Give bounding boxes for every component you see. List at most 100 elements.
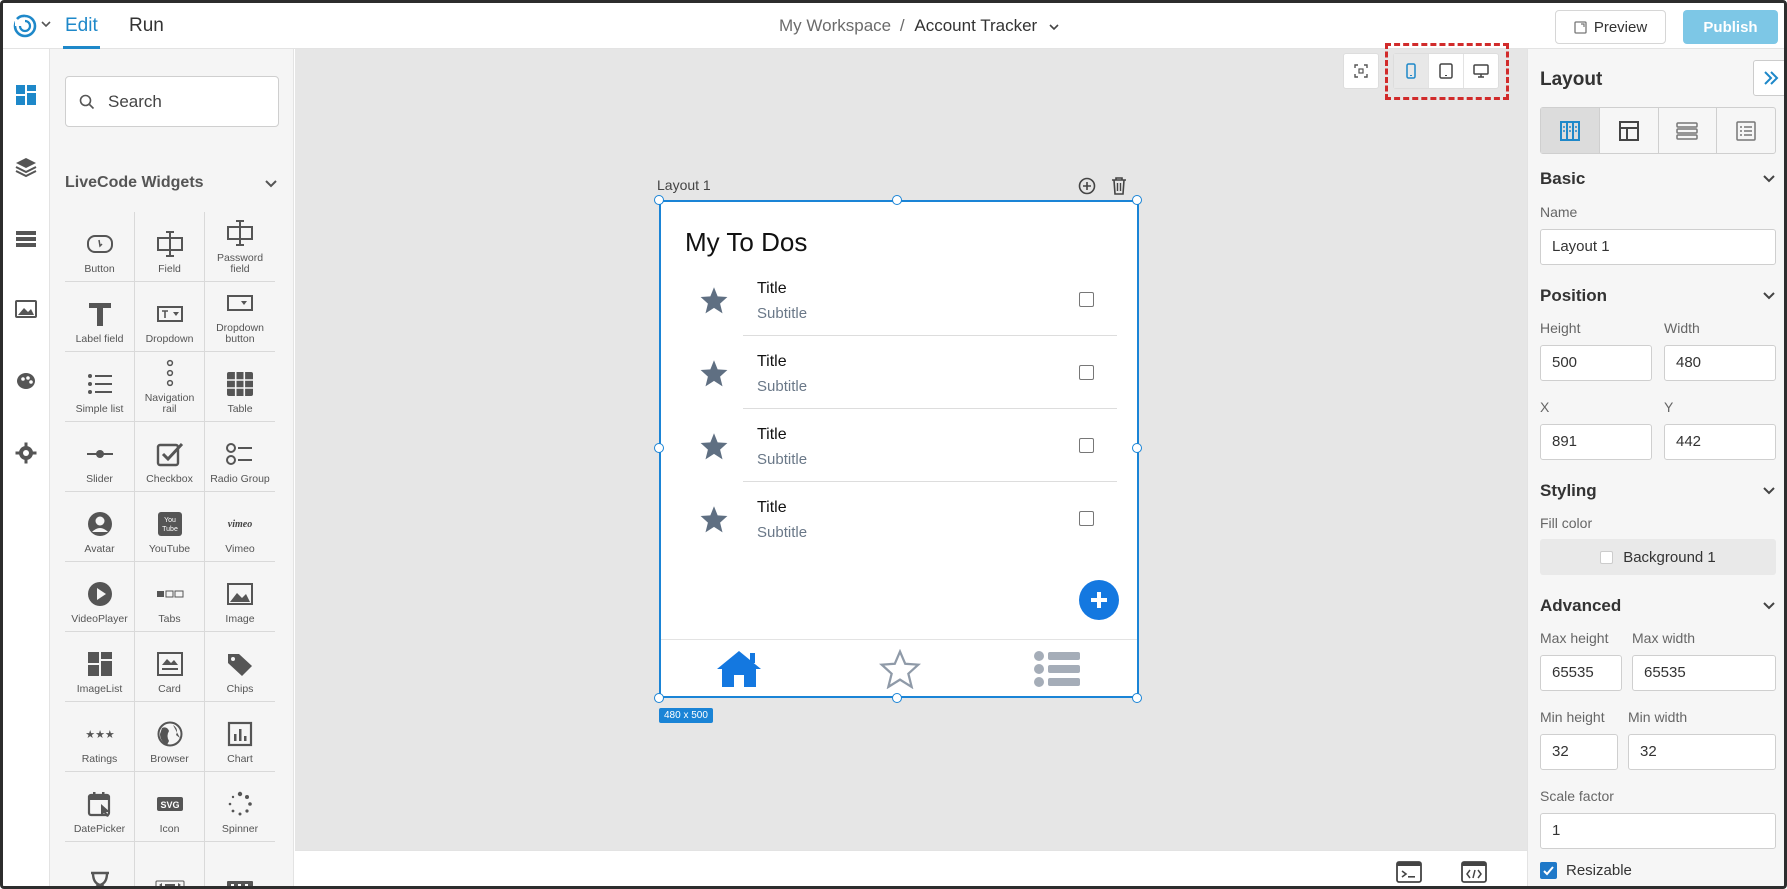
code-icon[interactable] <box>1461 861 1487 883</box>
layers-icon[interactable] <box>14 155 38 179</box>
widget-hourglass[interactable] <box>65 842 135 886</box>
width-input[interactable]: 480 <box>1664 345 1776 381</box>
tab-rows-layout[interactable] <box>1659 108 1718 153</box>
star-icon[interactable] <box>699 286 729 314</box>
widget-segmented[interactable] <box>205 842 275 886</box>
chevron-down-icon[interactable] <box>1048 21 1060 33</box>
star-icon[interactable] <box>699 432 729 460</box>
tab-columns-layout[interactable] <box>1541 108 1600 153</box>
breadcrumb-project[interactable]: Account Tracker <box>914 16 1037 35</box>
fill-color-picker[interactable]: Background 1 <box>1540 539 1776 575</box>
max-width-input[interactable]: 65535 <box>1632 655 1776 691</box>
fit-to-screen-button[interactable] <box>1343 53 1379 89</box>
theme-icon[interactable] <box>14 369 38 393</box>
publish-button[interactable]: Publish <box>1683 10 1778 44</box>
widget-browser[interactable]: Browser <box>135 702 205 772</box>
resize-handle-ne[interactable] <box>1132 195 1142 205</box>
widget-table[interactable]: Table <box>205 352 275 422</box>
home-icon[interactable] <box>715 649 763 689</box>
min-height-input[interactable]: 32 <box>1540 734 1618 770</box>
star-icon[interactable] <box>699 505 729 533</box>
widget-checkbox[interactable]: Checkbox <box>135 422 205 492</box>
search-box[interactable] <box>65 76 279 127</box>
screen-title[interactable]: My To Dos <box>685 227 807 258</box>
x-input[interactable]: 891 <box>1540 424 1652 460</box>
star-icon[interactable] <box>699 359 729 387</box>
chevron-down-icon[interactable] <box>263 176 279 192</box>
list-item-checkbox[interactable] <box>1079 365 1094 380</box>
widget-ratings[interactable]: ★★★ Ratings <box>65 702 135 772</box>
widget-chips[interactable]: Chips <box>205 632 275 702</box>
resize-handle-nw[interactable] <box>654 195 664 205</box>
chevron-down-icon[interactable] <box>40 18 52 30</box>
advanced-section-heading[interactable]: Advanced <box>1540 596 1621 616</box>
widget-chart[interactable]: Chart <box>205 702 275 772</box>
livecode-logo-icon[interactable] <box>13 14 37 38</box>
resize-handle-sw[interactable] <box>654 693 664 703</box>
resize-handle-se[interactable] <box>1132 693 1142 703</box>
resizable-option[interactable]: Resizable <box>1540 862 1632 879</box>
chevron-down-icon[interactable] <box>1761 171 1777 187</box>
widget-button[interactable]: Button <box>65 212 135 282</box>
widget-title-bar[interactable] <box>135 842 205 886</box>
widget-imagelist[interactable]: ImageList <box>65 632 135 702</box>
resizable-checkbox[interactable] <box>1540 862 1557 879</box>
tab-list-layout[interactable] <box>1717 108 1775 153</box>
list-item-checkbox[interactable] <box>1079 511 1094 526</box>
star-outline-icon[interactable] <box>879 649 921 689</box>
list-icon[interactable] <box>14 227 38 251</box>
search-input[interactable] <box>108 87 268 117</box>
widget-simple-list[interactable]: Simple list <box>65 352 135 422</box>
styling-section-heading[interactable]: Styling <box>1540 481 1597 501</box>
mobile-layout-screen[interactable]: My To Dos Title Subtitle Title Subtitle … <box>659 200 1139 698</box>
tab-run[interactable]: Run <box>129 3 164 49</box>
add-circle-icon[interactable] <box>1078 177 1096 195</box>
widget-label-field[interactable]: Label field <box>65 282 135 352</box>
widget-avatar[interactable]: Avatar <box>65 492 135 562</box>
widget-image[interactable]: Image <box>205 562 275 632</box>
collapse-panel-button[interactable] <box>1753 60 1784 96</box>
list-item[interactable]: Title Subtitle <box>661 491 1137 564</box>
list-item-checkbox[interactable] <box>1079 292 1094 307</box>
widget-field[interactable]: Field <box>135 212 205 282</box>
breadcrumb-workspace[interactable]: My Workspace <box>779 16 891 35</box>
tab-edit[interactable]: Edit <box>63 3 100 49</box>
name-input[interactable]: Layout 1 <box>1540 229 1776 265</box>
trash-icon[interactable] <box>1111 176 1127 195</box>
resize-handle-e[interactable] <box>1132 443 1142 453</box>
y-input[interactable]: 442 <box>1664 424 1776 460</box>
resize-handle-s[interactable] <box>892 693 902 703</box>
widget-navigation-rail[interactable]: Navigation rail <box>135 352 205 422</box>
min-width-input[interactable]: 32 <box>1628 734 1776 770</box>
tab-header-layout[interactable] <box>1600 108 1659 153</box>
widget-vimeo[interactable]: vimeo Vimeo <box>205 492 275 562</box>
height-input[interactable]: 500 <box>1540 345 1652 381</box>
resize-handle-n[interactable] <box>892 195 902 205</box>
widgets-icon[interactable] <box>14 83 38 107</box>
widget-spinner[interactable]: Spinner <box>205 772 275 842</box>
layout-name-label[interactable]: Layout 1 <box>657 177 711 193</box>
breadcrumb[interactable]: My Workspace / Account Tracker <box>779 3 1060 49</box>
scale-factor-input[interactable]: 1 <box>1540 813 1776 849</box>
widget-icon[interactable]: SVG Icon <box>135 772 205 842</box>
chevron-down-icon[interactable] <box>1761 598 1777 614</box>
widgets-section-title[interactable]: LiveCode Widgets <box>65 174 204 192</box>
preview-button[interactable]: Preview <box>1555 10 1666 44</box>
widget-datepicker[interactable]: DatePicker <box>65 772 135 842</box>
widget-videoplayer[interactable]: VideoPlayer <box>65 562 135 632</box>
widget-youtube[interactable]: You Tube YouTube <box>135 492 205 562</box>
chevron-down-icon[interactable] <box>1761 288 1777 304</box>
resize-handle-w[interactable] <box>654 443 664 453</box>
widget-card[interactable]: Card <box>135 632 205 702</box>
media-icon[interactable] <box>14 297 38 321</box>
widget-dropdown[interactable]: Dropdown <box>135 282 205 352</box>
widget-dropdown-button[interactable]: Dropdown button <box>205 282 275 352</box>
widget-tabs[interactable]: Tabs <box>135 562 205 632</box>
widget-slider[interactable]: Slider <box>65 422 135 492</box>
settings-icon[interactable] <box>14 441 38 465</box>
list-item[interactable]: Title Subtitle <box>661 345 1137 418</box>
widget-password-field[interactable]: Password field <box>205 212 275 282</box>
list-item[interactable]: Title Subtitle <box>661 418 1137 491</box>
terminal-icon[interactable] <box>1396 861 1422 883</box>
chevron-down-icon[interactable] <box>1761 483 1777 499</box>
